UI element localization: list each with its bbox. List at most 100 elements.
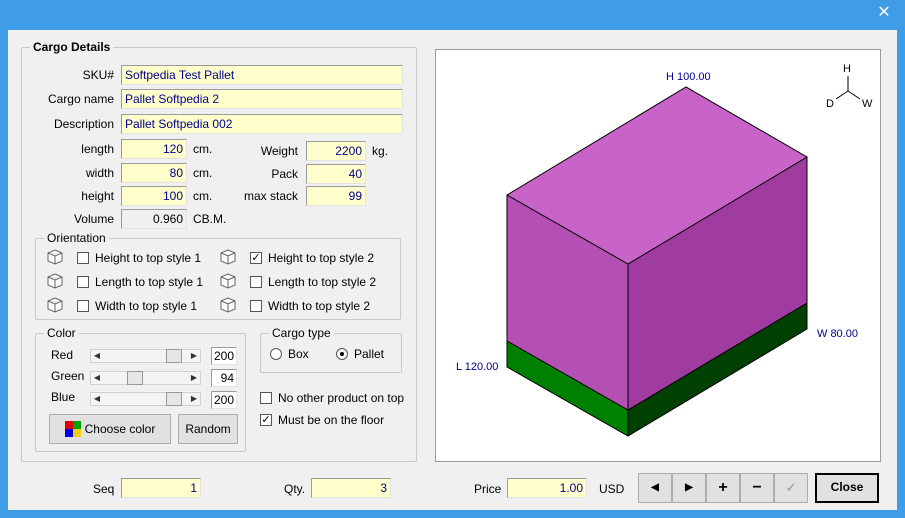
- slider-thumb[interactable]: [166, 392, 182, 406]
- must-be-on-floor-checkbox[interactable]: ✓: [260, 414, 272, 426]
- length-top-style1-checkbox[interactable]: [77, 276, 89, 288]
- volume-field: 0.960: [121, 209, 187, 229]
- price-field[interactable]: 1.00: [507, 478, 587, 498]
- no-other-product-checkbox[interactable]: [260, 392, 272, 404]
- width-label: width: [85, 166, 114, 180]
- length-top-style2-checkbox[interactable]: [250, 276, 262, 288]
- length-field[interactable]: 120: [121, 139, 187, 159]
- color-title: Color: [44, 326, 79, 340]
- red-slider[interactable]: ◀ ▶: [90, 349, 201, 363]
- choose-color-label: Choose color: [84, 422, 156, 436]
- slider-right-arrow-icon[interactable]: ▶: [188, 372, 200, 384]
- cargo-type-title: Cargo type: [269, 326, 334, 340]
- description-label: Description: [53, 117, 114, 131]
- slider-thumb[interactable]: [166, 349, 182, 363]
- pallet-radio[interactable]: [336, 348, 348, 360]
- height-top-style1-checkbox[interactable]: [77, 252, 89, 264]
- slider-left-arrow-icon[interactable]: ◀: [91, 393, 103, 405]
- cube-orientation-icon: [220, 297, 236, 313]
- color-palette-icon: [64, 420, 81, 437]
- pallet-label[interactable]: Pallet: [354, 347, 384, 361]
- pack-label: Pack: [271, 167, 298, 181]
- width-top-style1-checkbox[interactable]: [77, 300, 89, 312]
- cargo-name-field[interactable]: Pallet Softpedia 2: [121, 89, 403, 109]
- orientation-title: Orientation: [44, 231, 109, 245]
- length-label: length: [81, 142, 114, 156]
- axis-w-label: W: [862, 98, 873, 110]
- weight-unit: kg.: [372, 144, 389, 158]
- next-button[interactable]: ▶: [672, 473, 706, 503]
- slider-thumb[interactable]: [127, 371, 143, 385]
- close-button[interactable]: Close: [815, 473, 879, 503]
- sku-field[interactable]: Softpedia Test Pallet: [121, 65, 403, 85]
- blue-value[interactable]: 200: [211, 391, 237, 409]
- slider-right-arrow-icon[interactable]: ▶: [188, 393, 200, 405]
- blue-slider[interactable]: ◀ ▶: [90, 392, 201, 406]
- volume-label: Volume: [73, 212, 114, 226]
- confirm-button[interactable]: ✓: [774, 473, 808, 503]
- box-label[interactable]: Box: [288, 347, 309, 361]
- axis-h-label: H: [843, 63, 851, 75]
- slider-left-arrow-icon[interactable]: ◀: [91, 372, 103, 384]
- box-radio[interactable]: [270, 348, 282, 360]
- height-top-style2-checkbox[interactable]: ✓: [250, 252, 262, 264]
- height-field[interactable]: 100: [121, 186, 187, 206]
- slider-left-arrow-icon[interactable]: ◀: [91, 350, 103, 362]
- random-button[interactable]: Random: [178, 414, 238, 444]
- qty-field[interactable]: 3: [311, 478, 391, 498]
- sku-label: SKU#: [82, 68, 114, 82]
- description-field[interactable]: Pallet Softpedia 002: [121, 114, 403, 134]
- weight-label: Weight: [260, 144, 298, 158]
- qty-label: Qty.: [284, 482, 306, 496]
- remove-button[interactable]: −: [740, 473, 774, 503]
- width-top-style2-checkbox[interactable]: [250, 300, 262, 312]
- blue-label: Blue: [51, 390, 76, 404]
- width-field[interactable]: 80: [121, 163, 187, 183]
- slider-right-arrow-icon[interactable]: ▶: [188, 350, 200, 362]
- add-button[interactable]: +: [706, 473, 740, 503]
- height-unit: cm.: [193, 189, 213, 203]
- choose-color-button[interactable]: Choose color: [49, 414, 171, 444]
- no-other-product-label[interactable]: No other product on top: [278, 391, 404, 405]
- cube-orientation-icon: [220, 273, 236, 289]
- cargo-details-group: Cargo Details SKU# Softpedia Test Pallet…: [21, 40, 417, 462]
- currency-label: USD: [599, 482, 625, 496]
- cargo-type-group: Cargo type Box Pallet: [260, 326, 402, 373]
- previous-button[interactable]: ◀: [638, 473, 672, 503]
- cube-orientation-icon: [47, 297, 63, 313]
- seq-field[interactable]: 1: [121, 478, 201, 498]
- window-frame: ✕ Cargo Details SKU# Softpedia Test Pall…: [0, 0, 905, 518]
- length-dimension-label: L 120.00: [456, 361, 498, 373]
- price-label: Price: [474, 482, 502, 496]
- width-unit: cm.: [193, 166, 213, 180]
- cube-orientation-icon: [47, 273, 63, 289]
- length-top-style2-label[interactable]: Length to top style 2: [268, 275, 376, 289]
- window-close-icon[interactable]: ✕: [869, 2, 899, 24]
- height-top-style1-label[interactable]: Height to top style 1: [95, 251, 201, 265]
- volume-unit: CB.M.: [193, 212, 227, 226]
- red-value[interactable]: 200: [211, 347, 237, 365]
- red-label: Red: [51, 348, 74, 362]
- width-dimension-label: W 80.00: [817, 328, 858, 340]
- axis-d-label: D: [826, 98, 834, 110]
- pack-field[interactable]: 40: [306, 164, 366, 184]
- seq-label: Seq: [93, 482, 115, 496]
- width-top-style1-label[interactable]: Width to top style 1: [95, 299, 197, 313]
- height-top-style2-label[interactable]: Height to top style 2: [268, 251, 374, 265]
- max-stack-field[interactable]: 99: [306, 186, 366, 206]
- must-be-on-floor-label[interactable]: Must be on the floor: [278, 413, 384, 427]
- orientation-group: Orientation Height to top style 1 ✓ Heig…: [35, 231, 401, 320]
- green-value[interactable]: 94: [211, 369, 237, 387]
- width-top-style2-label[interactable]: Width to top style 2: [268, 299, 370, 313]
- weight-field[interactable]: 2200: [306, 141, 366, 161]
- length-top-style1-label[interactable]: Length to top style 1: [95, 275, 203, 289]
- height-dimension-label: H 100.00: [666, 71, 711, 83]
- cube-orientation-icon: [47, 249, 63, 265]
- length-unit: cm.: [193, 142, 213, 156]
- green-label: Green: [51, 369, 85, 383]
- client-area: Cargo Details SKU# Softpedia Test Pallet…: [8, 30, 897, 510]
- cargo-3d-view: H D W H 100.00 W 80.00 L 120.00: [435, 49, 881, 462]
- cargo-details-title: Cargo Details: [30, 40, 114, 54]
- color-group: Color Red ◀ ▶ 200 Green ◀ ▶ 94 Blue ◀ ▶ …: [35, 326, 246, 452]
- green-slider[interactable]: ◀ ▶: [90, 371, 201, 385]
